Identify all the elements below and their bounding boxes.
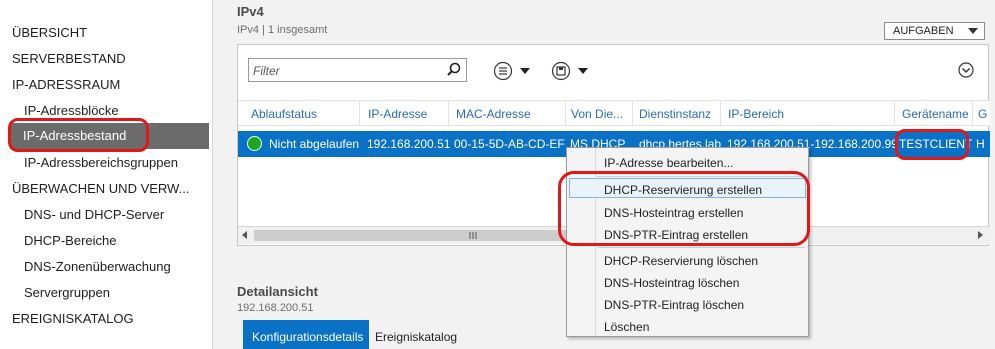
scroll-right-icon[interactable] bbox=[978, 231, 983, 239]
nav-serverbestand[interactable]: SERVERBESTAND bbox=[12, 51, 126, 66]
page-subtitle: IPv4 | 1 insgesamt bbox=[237, 24, 328, 36]
nav-dhcp-bereiche[interactable]: DHCP-Bereiche bbox=[24, 233, 116, 248]
details-title: Detailansicht bbox=[237, 284, 318, 299]
menu-delete-dhcp-reservation[interactable]: DHCP-Reservierung löschen bbox=[604, 254, 758, 268]
save-query-button[interactable] bbox=[551, 61, 591, 81]
nav-dns-dhcp-server[interactable]: DNS- und DHCP-Server bbox=[24, 207, 164, 222]
tasks-button-label: AUFGABEN bbox=[893, 25, 954, 37]
column-divider bbox=[565, 101, 566, 126]
menu-delete[interactable]: Löschen bbox=[604, 320, 649, 334]
column-divider bbox=[720, 101, 721, 126]
menu-create-dns-host[interactable]: DNS-Hosteintrag erstellen bbox=[604, 206, 743, 220]
menu-separator bbox=[597, 247, 805, 248]
nav-ip-adressbereichsgruppen[interactable]: IP-Adressbereichsgruppen bbox=[24, 155, 178, 170]
menu-create-dhcp-reservation[interactable]: DHCP-Reservierung erstellen bbox=[604, 183, 762, 197]
chevron-down-icon bbox=[968, 28, 978, 34]
status-ok-icon bbox=[247, 136, 262, 151]
nav-ip-adressbestand[interactable]: IP-Adressbestand bbox=[10, 123, 209, 149]
col-more[interactable]: G bbox=[978, 107, 987, 121]
menu-gutter bbox=[595, 148, 596, 336]
col-mac-adresse[interactable]: MAC-Adresse bbox=[456, 107, 531, 121]
nav-dns-zonenueberwachung[interactable]: DNS-Zonenüberwachung bbox=[24, 259, 171, 274]
list-options-button[interactable] bbox=[493, 61, 533, 81]
menu-separator bbox=[597, 176, 805, 177]
filter-input[interactable]: Filter bbox=[248, 58, 467, 82]
nav-uebersicht[interactable]: ÜBERSICHT bbox=[12, 25, 87, 40]
menu-edit-ip[interactable]: IP-Adresse bearbeiten... bbox=[604, 156, 733, 170]
col-ip-adresse[interactable]: IP-Adresse bbox=[368, 107, 427, 121]
cell-extra: H bbox=[976, 137, 985, 151]
cell-status: Nicht abgelaufen bbox=[269, 137, 360, 151]
cell-ip: 192.168.200.51 bbox=[367, 137, 451, 151]
column-divider bbox=[632, 101, 633, 126]
cell-mac: 00-15-5D-AB-CD-EF bbox=[454, 137, 565, 151]
navigation-sidebar: ÜBERSICHT SERVERBESTAND IP-ADRESSRAUM IP… bbox=[0, 0, 212, 349]
nav-ip-adressbloecke[interactable]: IP-Adressblöcke bbox=[24, 103, 119, 118]
col-geraetename[interactable]: Gerätename bbox=[902, 107, 969, 121]
page-title: IPv4 bbox=[237, 4, 264, 19]
save-icon bbox=[551, 61, 571, 81]
list-options-icon bbox=[493, 61, 513, 81]
menu-create-dns-ptr[interactable]: DNS-PTR-Eintrag erstellen bbox=[604, 228, 748, 242]
chevron-down-icon bbox=[578, 68, 588, 74]
col-von-dienst[interactable]: Von Die... bbox=[571, 107, 623, 121]
col-dienstinstanz[interactable]: Dienstinstanz bbox=[639, 107, 711, 121]
cell-device: TESTCLIENT bbox=[899, 137, 973, 151]
scroll-left-icon[interactable] bbox=[242, 231, 247, 239]
column-divider bbox=[359, 101, 360, 126]
menu-delete-dns-ptr[interactable]: DNS-PTR-Eintrag löschen bbox=[604, 298, 744, 312]
nav-servergruppen[interactable]: Servergruppen bbox=[24, 285, 110, 300]
nav-ip-adressraum[interactable]: IP-ADRESSRAUM bbox=[12, 77, 120, 92]
expand-collapse-icon[interactable] bbox=[958, 62, 974, 78]
grip-icon bbox=[469, 232, 477, 239]
search-icon[interactable] bbox=[446, 62, 462, 78]
nav-ueberwachen[interactable]: ÜBERWACHEN UND VERW... bbox=[12, 181, 189, 196]
context-menu: IP-Adresse bearbeiten... DHCP-Reservieru… bbox=[566, 147, 809, 337]
nav-ereigniskatalog[interactable]: EREIGNISKATALOG bbox=[12, 311, 134, 326]
chevron-down-icon bbox=[520, 68, 530, 74]
tab-konfigurationsdetails[interactable]: Konfigurationsdetails bbox=[243, 320, 369, 349]
tab-ereigniskatalog[interactable]: Ereigniskatalog bbox=[375, 330, 457, 344]
column-divider bbox=[448, 101, 449, 126]
nav-ip-adressbestand-label: IP-Adressbestand bbox=[23, 128, 127, 143]
filter-placeholder: Filter bbox=[253, 64, 280, 78]
table-header: Ablaufstatus IP-Adresse MAC-Adresse Von … bbox=[238, 100, 990, 126]
details-subtitle: 192.168.200.51 bbox=[237, 302, 314, 314]
menu-delete-dns-host[interactable]: DNS-Hosteintrag löschen bbox=[604, 276, 739, 290]
column-divider bbox=[972, 101, 973, 126]
col-ip-bereich[interactable]: IP-Bereich bbox=[728, 107, 784, 121]
column-divider bbox=[894, 101, 895, 126]
tasks-button[interactable]: AUFGABEN bbox=[884, 22, 985, 40]
col-ablaufstatus[interactable]: Ablaufstatus bbox=[251, 107, 317, 121]
